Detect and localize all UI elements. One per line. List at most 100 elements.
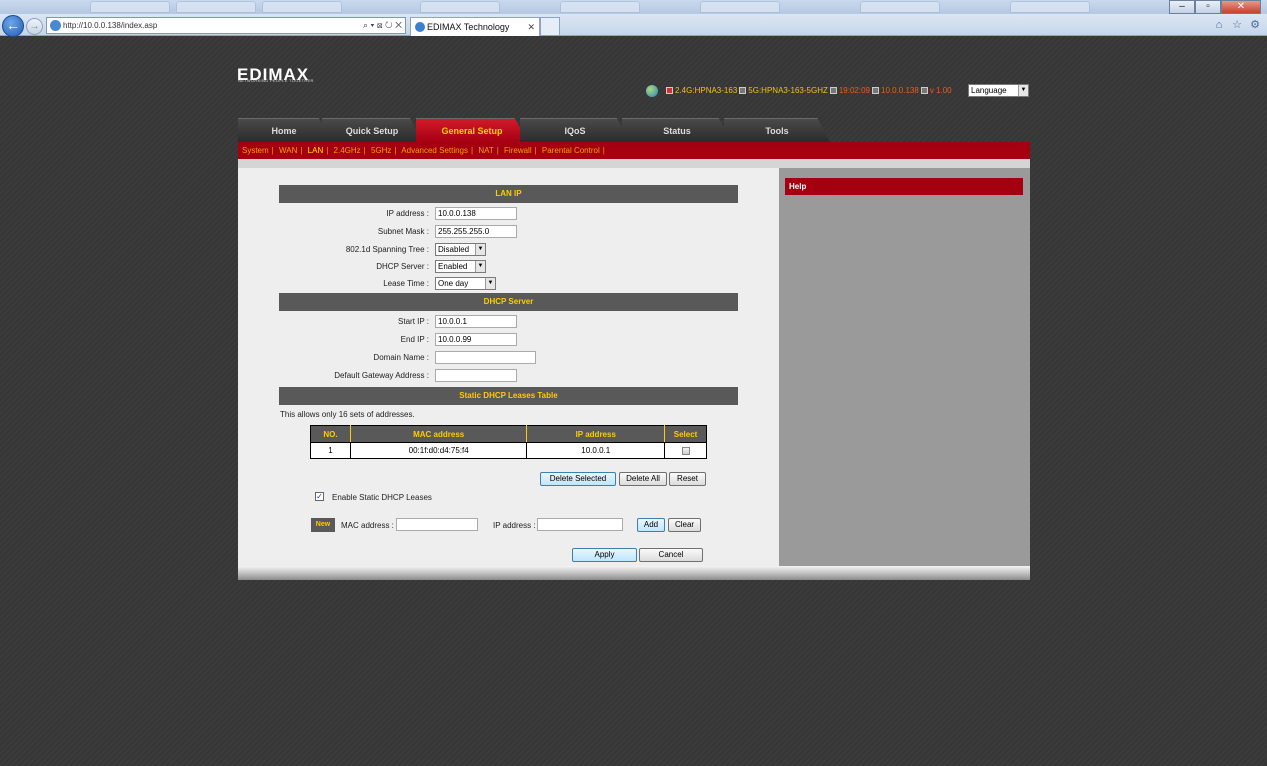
- content-top-bar: [238, 159, 1030, 168]
- close-window-button[interactable]: ✕: [1221, 0, 1261, 14]
- row-select-checkbox[interactable]: [681, 446, 690, 455]
- subnav-wan[interactable]: WAN: [279, 146, 297, 155]
- favorites-star-icon[interactable]: ☆: [1231, 19, 1243, 31]
- default-gateway-input[interactable]: [435, 369, 517, 382]
- section-static-dhcp: Static DHCP Leases Table: [279, 387, 738, 405]
- address-bar[interactable]: http://10.0.0.138/index.asp ⌕ ▾ ⊠ ↻ ✕: [46, 17, 406, 34]
- tab-iqos[interactable]: IQoS: [520, 118, 630, 142]
- add-button[interactable]: Add: [637, 518, 665, 532]
- row-select: [664, 442, 707, 459]
- new-tab-button[interactable]: [540, 17, 560, 36]
- minimize-button[interactable]: –: [1169, 0, 1195, 14]
- subnav-separator: |: [300, 146, 303, 155]
- lease-time-label: Lease Time :: [383, 279, 429, 288]
- address-tools-icon[interactable]: ⌕ ▾ ⊠ ↻ ✕: [363, 18, 402, 33]
- subnav-24ghz[interactable]: 2.4GHz: [334, 146, 361, 155]
- home-icon[interactable]: ⌂: [1213, 19, 1225, 31]
- row-ip: 10.0.0.1: [526, 442, 666, 459]
- new-ip-input[interactable]: [537, 518, 623, 531]
- globe-icon: [646, 84, 658, 97]
- forward-arrow-icon[interactable]: →: [26, 18, 43, 35]
- dhcp-server-select[interactable]: Enabled ▼: [435, 260, 486, 273]
- col-no: NO.: [310, 425, 351, 443]
- subnav-firewall[interactable]: Firewall: [504, 146, 532, 155]
- col-ip: IP address: [526, 425, 666, 443]
- help-title: Help: [785, 178, 1023, 195]
- static-table-note: This allows only 16 sets of addresses.: [280, 410, 415, 419]
- tab-quick-setup[interactable]: Quick Setup: [322, 118, 422, 142]
- new-mac-input[interactable]: [396, 518, 478, 531]
- subnav-5ghz[interactable]: 5GHz: [371, 146, 391, 155]
- back-arrow-icon[interactable]: ←: [2, 15, 24, 37]
- reset-button[interactable]: Reset: [669, 472, 706, 486]
- page-globe-icon: [50, 20, 61, 31]
- new-mac-label: MAC address :: [341, 521, 394, 530]
- tab-general-setup[interactable]: General Setup: [416, 118, 528, 142]
- spanning-tree-select[interactable]: Disabled ▼: [435, 243, 486, 256]
- subnav-lan[interactable]: LAN: [308, 146, 324, 155]
- browser-title-bar: – ▫ ✕: [0, 0, 1267, 14]
- browser-right-icons: ⌂ ☆ ⚙: [1213, 19, 1261, 31]
- domain-name-input[interactable]: [435, 351, 536, 364]
- subnav-system[interactable]: System: [242, 146, 269, 155]
- language-select[interactable]: Language ▼: [968, 84, 1029, 97]
- subnav-separator: |: [471, 146, 474, 155]
- lease-time-value: One day: [438, 279, 469, 288]
- settings-gear-icon[interactable]: ⚙: [1249, 19, 1261, 31]
- dhcp-server-label: DHCP Server :: [376, 262, 429, 271]
- tab-close-icon[interactable]: ✕: [527, 18, 535, 36]
- apply-button[interactable]: Apply: [572, 548, 637, 562]
- chevron-down-icon: ▼: [485, 278, 495, 289]
- tab-home[interactable]: Home: [238, 118, 330, 142]
- arrow-indicator-icon: [920, 87, 928, 94]
- tab-tools[interactable]: Tools: [724, 118, 830, 142]
- section-lan-ip: LAN IP: [279, 185, 738, 203]
- end-ip-input[interactable]: 10.0.0.99: [435, 333, 517, 346]
- background-tab[interactable]: [420, 1, 500, 13]
- ssid-5g: HPNA3-163-5GHZ: [761, 86, 828, 95]
- cancel-button[interactable]: Cancel: [639, 548, 703, 562]
- subnav-separator: |: [394, 146, 397, 155]
- background-tab[interactable]: [560, 1, 640, 13]
- delete-all-button[interactable]: Delete All: [619, 472, 667, 486]
- window-controls: – ▫ ✕: [1169, 0, 1261, 14]
- help-pane: [779, 168, 1030, 566]
- col-mac: MAC address: [349, 425, 528, 443]
- background-tab[interactable]: [700, 1, 780, 13]
- page-bottom-bar: [238, 566, 1030, 580]
- system-time: 19:02:09: [838, 86, 870, 95]
- delete-selected-button[interactable]: Delete Selected: [540, 472, 616, 486]
- tab-status[interactable]: Status: [622, 118, 732, 142]
- default-gateway-label: Default Gateway Address :: [334, 371, 429, 380]
- background-tab[interactable]: [1010, 1, 1090, 13]
- static-leases-table: NO. MAC address IP address Select 1 00:1…: [310, 425, 707, 459]
- new-ip-label: IP address :: [493, 521, 536, 530]
- arrow-indicator-icon: [829, 87, 837, 94]
- language-value: Language: [971, 86, 1007, 95]
- maximize-button[interactable]: ▫: [1195, 0, 1221, 14]
- ip-address-input[interactable]: 10.0.0.138: [435, 207, 517, 220]
- col-select: Select: [664, 425, 707, 443]
- start-ip-label: Start IP :: [398, 317, 429, 326]
- radio-indicator-icon: [739, 87, 747, 94]
- subnav-nat[interactable]: NAT: [478, 146, 493, 155]
- subnav-parental-control[interactable]: Parental Control: [542, 146, 600, 155]
- main-tab-bar: Home Quick Setup General Setup IQoS Stat…: [238, 118, 1030, 142]
- background-tab[interactable]: [176, 1, 256, 13]
- lease-time-select[interactable]: One day ▼: [435, 277, 496, 290]
- address-url: http://10.0.0.138/index.asp: [63, 21, 158, 30]
- subnav-advanced-settings[interactable]: Advanced Settings: [401, 146, 468, 155]
- browser-tab-active[interactable]: EDIMAX Technology ✕: [410, 17, 540, 36]
- subnet-mask-label: Subnet Mask :: [377, 227, 429, 236]
- subnet-mask-input[interactable]: 255.255.255.0: [435, 225, 517, 238]
- enable-static-checkbox[interactable]: ✓: [315, 492, 324, 501]
- background-tab[interactable]: [262, 1, 342, 13]
- start-ip-input[interactable]: 10.0.0.1: [435, 315, 517, 328]
- background-tab[interactable]: [860, 1, 940, 13]
- background-tab[interactable]: [90, 1, 170, 13]
- subnav-separator: |: [326, 146, 329, 155]
- clear-button[interactable]: Clear: [668, 518, 701, 532]
- sub-nav: System | WAN | LAN | 2.4GHz | 5GHz | Advanced…: [238, 142, 1030, 159]
- new-entry-tag: New: [311, 518, 335, 532]
- row-mac: 00:1f:d0:d4:75:f4: [349, 442, 528, 459]
